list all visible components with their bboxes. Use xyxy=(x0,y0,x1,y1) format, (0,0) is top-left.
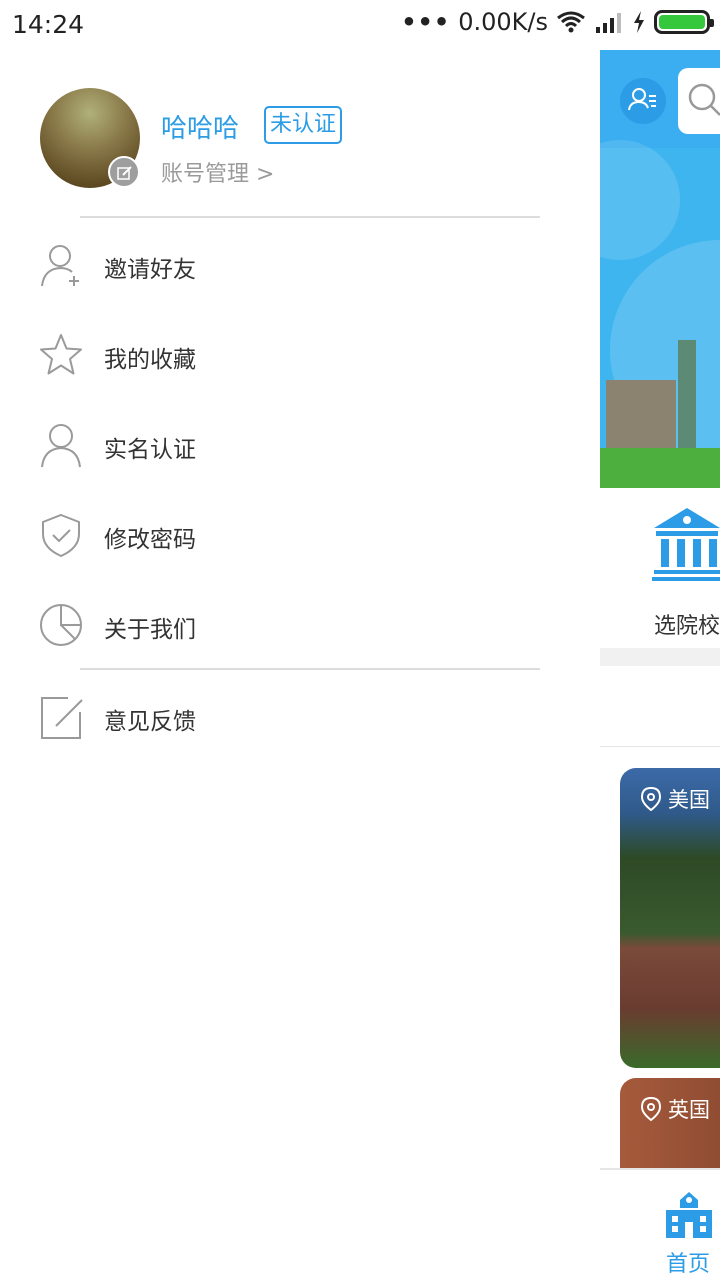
home-school-icon xyxy=(666,1192,712,1238)
status-icons: ••• 0.00K/s xyxy=(401,8,714,36)
edit-icon xyxy=(41,697,83,739)
battery-level xyxy=(659,15,705,29)
search-icon xyxy=(688,83,720,116)
banner-decoration xyxy=(600,140,680,260)
menu-item-feedback[interactable]: 意见反馈 xyxy=(0,672,600,762)
section-separator xyxy=(600,648,720,666)
pie-chart-icon xyxy=(40,604,82,646)
status-bar: 14:24 ••• 0.00K/s xyxy=(0,0,720,50)
banner-grass xyxy=(600,448,720,488)
divider xyxy=(600,746,720,747)
signal-icon xyxy=(596,13,621,33)
menu-label: 修改密码 xyxy=(104,527,196,553)
card-location: 美国 xyxy=(640,784,710,814)
battery-icon xyxy=(654,10,714,34)
divider xyxy=(80,668,540,670)
card-location: 英国 xyxy=(640,1094,710,1124)
wifi-icon xyxy=(557,11,585,33)
banner-building xyxy=(606,380,676,450)
menu-item-real-name-verify[interactable]: 实名认证 xyxy=(0,400,600,490)
edit-avatar-icon[interactable] xyxy=(108,156,140,188)
verify-status-badge[interactable]: 未认证 xyxy=(264,106,343,144)
card-location-label: 美国 xyxy=(668,788,710,812)
more-dots-icon: ••• xyxy=(401,8,451,36)
school-icon[interactable] xyxy=(652,506,720,582)
location-pin-icon xyxy=(640,1096,662,1122)
location-pin-icon xyxy=(640,786,662,812)
menu-item-favorites[interactable]: 我的收藏 xyxy=(0,310,600,400)
user-list-icon xyxy=(628,88,656,111)
user-menu-button[interactable] xyxy=(620,78,666,124)
menu-item-change-password[interactable]: 修改密码 xyxy=(0,490,600,580)
banner-statue xyxy=(678,340,696,450)
user-icon xyxy=(41,424,81,468)
bottom-tab-bar: 首页 xyxy=(600,1168,720,1280)
status-time: 14:24 xyxy=(12,10,85,39)
banner-image[interactable] xyxy=(600,50,720,488)
charging-icon xyxy=(634,11,644,33)
school-card[interactable]: 美国 xyxy=(620,768,720,1068)
navigation-drawer: 哈哈哈 未认证 账号管理 > 邀请好友 我的收藏 实名认证 修改密码 关于我们 … xyxy=(0,50,600,1280)
shield-icon xyxy=(42,513,80,558)
menu-label: 我的收藏 xyxy=(104,347,196,373)
network-speed: 0.00K/s xyxy=(458,8,548,36)
search-box[interactable] xyxy=(678,68,720,134)
card-location-label: 英国 xyxy=(668,1098,710,1122)
menu-label: 邀请好友 xyxy=(104,257,196,283)
user-name[interactable]: 哈哈哈 xyxy=(161,108,239,145)
background-app: 选院校 美国 英国 首页 xyxy=(600,50,720,1280)
menu-item-about-us[interactable]: 关于我们 xyxy=(0,580,600,670)
menu-label: 实名认证 xyxy=(104,437,196,463)
account-manage-link[interactable]: 账号管理 > xyxy=(161,156,274,188)
menu-label: 关于我们 xyxy=(104,617,196,643)
menu-item-invite-friends[interactable]: 邀请好友 xyxy=(0,220,600,310)
category-label[interactable]: 选院校 xyxy=(654,608,720,640)
menu-label: 意见反馈 xyxy=(104,709,196,735)
divider xyxy=(80,216,540,218)
tab-home-label[interactable]: 首页 xyxy=(666,1246,710,1278)
add-user-icon xyxy=(41,245,79,287)
star-icon xyxy=(40,334,82,375)
